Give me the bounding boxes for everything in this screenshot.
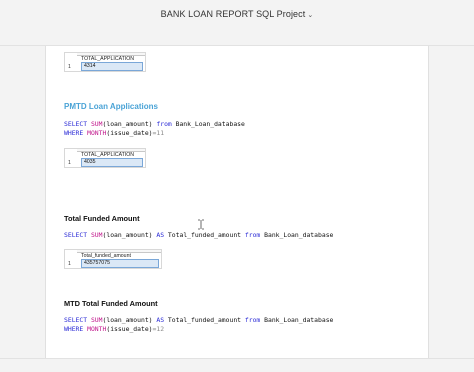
sql-keyword: WHERE [64, 128, 84, 137]
title-bar: BANK LOAN REPORT SQL Project ⌄ [0, 0, 474, 46]
sql-line-1: SELECT SUM(loan_amount) AS Total_funded_… [64, 231, 333, 239]
sql-line-2: WHERE MONTH(issue_date)=12 [64, 325, 164, 333]
grid-value-cell[interactable]: 4035 [81, 158, 143, 167]
document-title-text: BANK LOAN REPORT SQL Project [160, 9, 306, 19]
sql-keyword: from [244, 231, 261, 239]
sql-text: (issue_date) [106, 128, 153, 137]
sql-text: (issue_date) [106, 324, 153, 333]
sql-function: MONTH [87, 324, 107, 333]
sql-text: (loan_amount) [102, 316, 157, 324]
sql-function: SUM [90, 316, 103, 324]
sql-code-total-funded: SELECT SUM(loan_amount) AS Total_funded_… [64, 231, 333, 240]
grid-row-number: 1 [68, 64, 71, 70]
heading-pmtd-loan-applications: PMTD Loan Applications [64, 102, 158, 111]
sql-code-mtd-total-funded: SELECT SUM(loan_amount) AS Total_funded_… [64, 316, 333, 333]
result-grid-pmtd-applications: TOTAL_APPLICATION 1 4035 [64, 148, 146, 168]
sql-code-pmtd-applications: SELECT SUM(loan_amount) from Bank_Loan_d… [64, 120, 245, 137]
sql-keyword: from [156, 120, 172, 128]
sql-keyword: AS [156, 316, 165, 324]
sql-text: (loan_amount) [102, 120, 157, 128]
result-grid-total-funded: Total_funded_amount 1 435757075 [64, 249, 162, 269]
sql-alias: Total_funded_amount [164, 316, 245, 324]
sql-keyword: from [244, 316, 261, 324]
sql-keyword: SELECT [64, 120, 88, 128]
sql-table: Bank_Loan_database [260, 316, 334, 324]
sql-operator: =11 [152, 128, 165, 137]
sql-line-2: WHERE MONTH(issue_date)=11 [64, 129, 164, 137]
sql-table: Bank_Loan_database [171, 120, 245, 128]
sql-function: SUM [90, 120, 103, 128]
sql-text: (loan_amount) [102, 231, 157, 239]
bottom-bar [0, 358, 474, 372]
heading-total-funded-amount: Total Funded Amount [64, 214, 140, 223]
sql-table: Bank_Loan_database [260, 231, 334, 239]
sql-alias: Total_funded_amount [164, 231, 245, 239]
result-grid-total-applications: TOTAL_APPLICATION 1 4314 [64, 52, 146, 72]
grid-value-cell[interactable]: 4314 [81, 62, 143, 71]
sql-keyword: AS [156, 231, 165, 239]
document-title[interactable]: BANK LOAN REPORT SQL Project ⌄ [0, 9, 474, 19]
grid-value-cell[interactable]: 435757075 [81, 259, 159, 268]
sql-function: SUM [90, 231, 103, 239]
chevron-down-icon[interactable]: ⌄ [307, 12, 313, 19]
heading-mtd-total-funded-amount: MTD Total Funded Amount [64, 299, 158, 308]
document-page: TOTAL_APPLICATION 1 4314 PMTD Loan Appli… [45, 46, 429, 358]
sql-operator: =12 [152, 324, 165, 333]
text-cursor-icon [198, 219, 204, 230]
sql-function: MONTH [87, 128, 107, 137]
sql-keyword: SELECT [64, 316, 88, 324]
sql-line-1: SELECT SUM(loan_amount) from Bank_Loan_d… [64, 120, 245, 128]
sql-keyword: SELECT [64, 231, 88, 239]
sql-line-1: SELECT SUM(loan_amount) AS Total_funded_… [64, 316, 333, 324]
grid-row-number: 1 [68, 261, 71, 267]
grid-row-number: 1 [68, 160, 71, 166]
sql-keyword: WHERE [64, 324, 84, 333]
